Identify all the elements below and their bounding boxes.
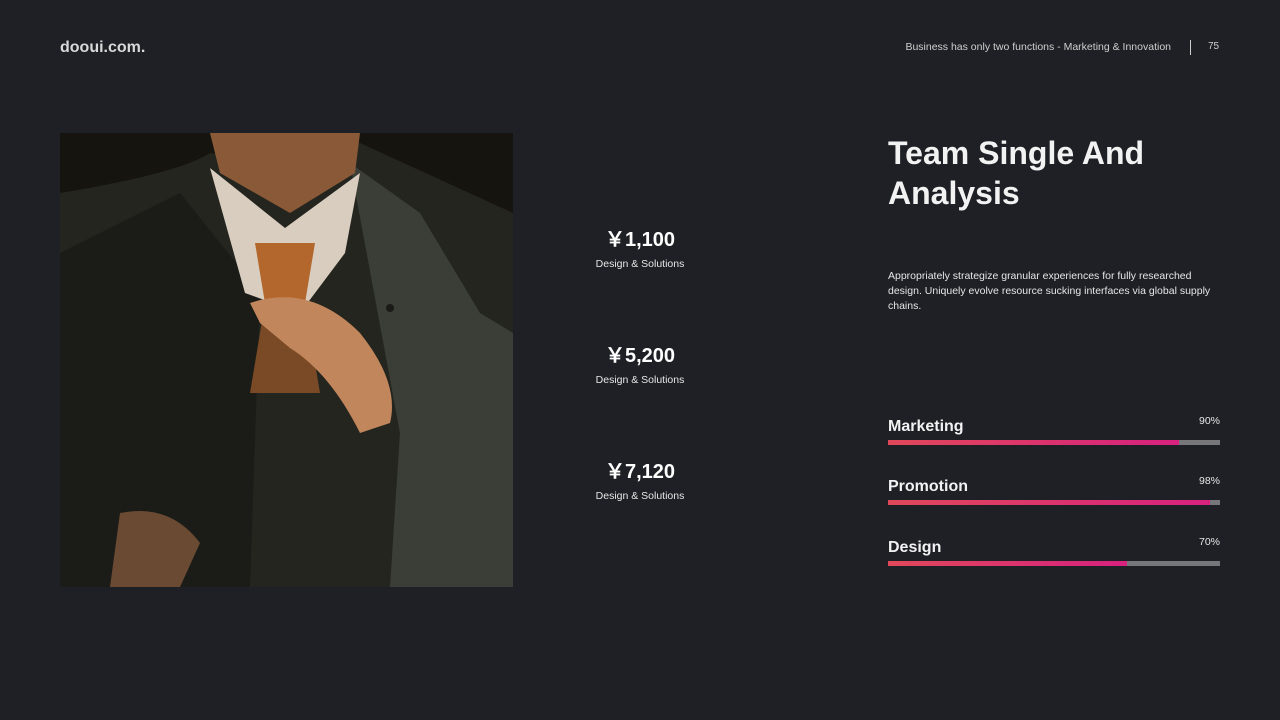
skill-label: Promotion [888, 478, 968, 495]
progress-track [888, 440, 1220, 445]
progress-track [888, 500, 1220, 505]
stat-label: Design & Solutions [595, 490, 685, 502]
skill-label: Marketing [888, 418, 964, 435]
progress-fill [888, 500, 1211, 505]
description-text: Appropriately strategize granular experi… [888, 270, 1211, 312]
stat-label: Design & Solutions [595, 258, 685, 270]
skill-label: Design [888, 539, 942, 556]
progress-fill [888, 561, 1128, 566]
skill-bar-promotion: Promotion 98% [888, 475, 1220, 518]
stat-value: ￥1,100 [604, 229, 676, 251]
stat-item: ￥5,200 Design & Solutions [580, 339, 700, 386]
skill-bar-marketing: Marketing 90% [888, 415, 1220, 458]
page-title: Team Single And Analysis [888, 135, 1145, 211]
page-number: 75 [1208, 41, 1220, 52]
stat-value: ￥7,120 [604, 461, 676, 483]
skill-percent: 90% [1198, 415, 1220, 427]
header-tagline: Business has only two functions - Market… [905, 41, 1171, 53]
businessman-photo [60, 133, 513, 587]
progress-track [888, 561, 1220, 566]
stat-label: Design & Solutions [595, 374, 685, 386]
logo: dooui.com. [60, 39, 146, 56]
header-divider [1190, 40, 1191, 55]
skill-percent: 70% [1198, 536, 1220, 548]
skill-bar-design: Design 70% [888, 536, 1220, 579]
skill-percent: 98% [1198, 475, 1220, 487]
progress-fill [888, 440, 1179, 445]
stat-item: ￥1,100 Design & Solutions [580, 223, 700, 270]
stat-value: ￥5,200 [604, 345, 676, 367]
stat-item: ￥7,120 Design & Solutions [580, 455, 700, 502]
